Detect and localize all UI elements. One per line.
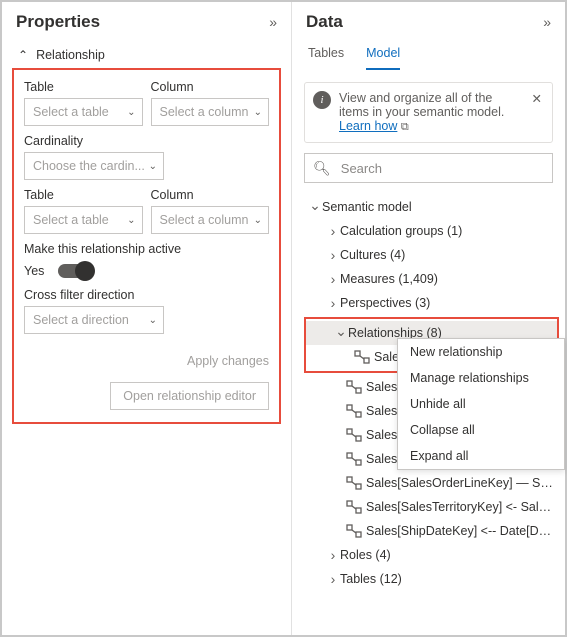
ctx-new-relationship[interactable]: New relationship <box>398 339 564 365</box>
active-label: Make this relationship active <box>24 242 269 256</box>
tab-model[interactable]: Model <box>366 40 400 70</box>
cross-filter-label: Cross filter direction <box>24 288 269 302</box>
active-value: Yes <box>24 264 44 278</box>
chevron-down-icon: ⌄ <box>149 161 157 172</box>
data-title: Data <box>306 12 343 32</box>
ctx-collapse-all[interactable]: Collapse all <box>398 417 564 443</box>
chevron-right-icon <box>326 223 340 239</box>
info-close-icon[interactable]: ✕ <box>530 91 544 106</box>
search-input[interactable]: 🔍︎ <box>304 153 553 183</box>
relationship-item[interactable]: Sales[SalesOrderLineKey] — Sales Or... <box>298 471 565 495</box>
chevron-down-icon: ⌄ <box>149 315 157 326</box>
chevron-right-icon <box>326 547 340 563</box>
relationship-item[interactable]: Sales[ShipDateKey] <-- Date[DateKey] <box>298 519 565 543</box>
learn-how-link[interactable]: Learn how <box>339 119 397 133</box>
properties-title: Properties <box>16 12 100 32</box>
chevron-right-icon <box>326 571 340 587</box>
chevron-down-icon: ⌄ <box>254 107 262 118</box>
external-link-icon: ⧉ <box>401 121 409 133</box>
search-icon: 🔍︎ <box>313 160 331 177</box>
chevron-right-icon <box>326 271 340 287</box>
cardinality-label: Cardinality <box>24 134 269 148</box>
relationship-icon <box>346 475 362 491</box>
relationship-icon <box>354 349 370 365</box>
collapse-properties-icon[interactable]: » <box>269 14 277 30</box>
relationships-context-menu: New relationship Manage relationships Un… <box>397 338 565 470</box>
relationship-icon <box>346 379 362 395</box>
cross-filter-select[interactable]: Select a direction ⌄ <box>24 306 164 334</box>
relationship-icon <box>346 499 362 515</box>
table2-select[interactable]: Select a table ⌄ <box>24 206 143 234</box>
relationship-icon <box>346 427 362 443</box>
open-relationship-editor-button[interactable]: Open relationship editor <box>110 382 269 410</box>
chevron-down-icon: ⌄ <box>127 107 135 118</box>
column2-select[interactable]: Select a column ⌄ <box>151 206 270 234</box>
chevron-down-icon: ⌄ <box>254 215 262 226</box>
chevron-right-icon <box>326 295 340 311</box>
relationship-icon <box>346 523 362 539</box>
search-field[interactable] <box>339 160 544 177</box>
properties-panel: Properties » ⌃ Relationship Table Select… <box>2 2 292 635</box>
tree-item[interactable]: Cultures (4) <box>298 243 565 267</box>
info-icon: i <box>313 91 331 109</box>
info-bar: i View and organize all of the items in … <box>304 82 553 143</box>
tree-item[interactable]: Measures (1,409) <box>298 267 565 291</box>
relationship-section-toggle[interactable]: ⌃ Relationship <box>6 42 287 68</box>
relationship-icon <box>346 403 362 419</box>
apply-changes-button[interactable]: Apply changes <box>175 348 269 374</box>
active-toggle[interactable] <box>58 264 92 278</box>
tab-tables[interactable]: Tables <box>308 40 344 70</box>
ctx-manage-relationships[interactable]: Manage relationships <box>398 365 564 391</box>
tree-root[interactable]: Semantic model <box>298 195 565 219</box>
relationship-section-label: Relationship <box>36 48 105 62</box>
collapse-data-icon[interactable]: » <box>543 14 551 30</box>
tree-item[interactable]: Calculation groups (1) <box>298 219 565 243</box>
relationship-item[interactable]: Sales[SalesTerritoryKey] <- Sales Te... <box>298 495 565 519</box>
info-text: View and organize all of the items in yo… <box>339 91 522 134</box>
cardinality-select[interactable]: Choose the cardin... ⌄ <box>24 152 164 180</box>
ctx-expand-all[interactable]: Expand all <box>398 443 564 469</box>
relationship-form-highlight: Table Select a table ⌄ Column Select a c… <box>12 68 281 424</box>
column1-label: Column <box>151 80 270 94</box>
chevron-up-icon: ⌃ <box>18 48 28 62</box>
relationship-icon <box>346 451 362 467</box>
data-panel: Data » Tables Model i View and organize … <box>292 2 565 635</box>
tree-item[interactable]: Roles (4) <box>298 543 565 567</box>
column2-label: Column <box>151 188 270 202</box>
tree-item[interactable]: Tables (12) <box>298 567 565 591</box>
column1-select[interactable]: Select a column ⌄ <box>151 98 270 126</box>
table1-select[interactable]: Select a table ⌄ <box>24 98 143 126</box>
data-tabs: Tables Model <box>292 38 565 70</box>
table1-label: Table <box>24 80 143 94</box>
chevron-right-icon <box>326 247 340 263</box>
chevron-down-icon <box>334 325 348 342</box>
chevron-down-icon: ⌄ <box>127 215 135 226</box>
table2-label: Table <box>24 188 143 202</box>
tree-item[interactable]: Perspectives (3) <box>298 291 565 315</box>
chevron-down-icon <box>308 199 322 216</box>
ctx-unhide-all[interactable]: Unhide all <box>398 391 564 417</box>
